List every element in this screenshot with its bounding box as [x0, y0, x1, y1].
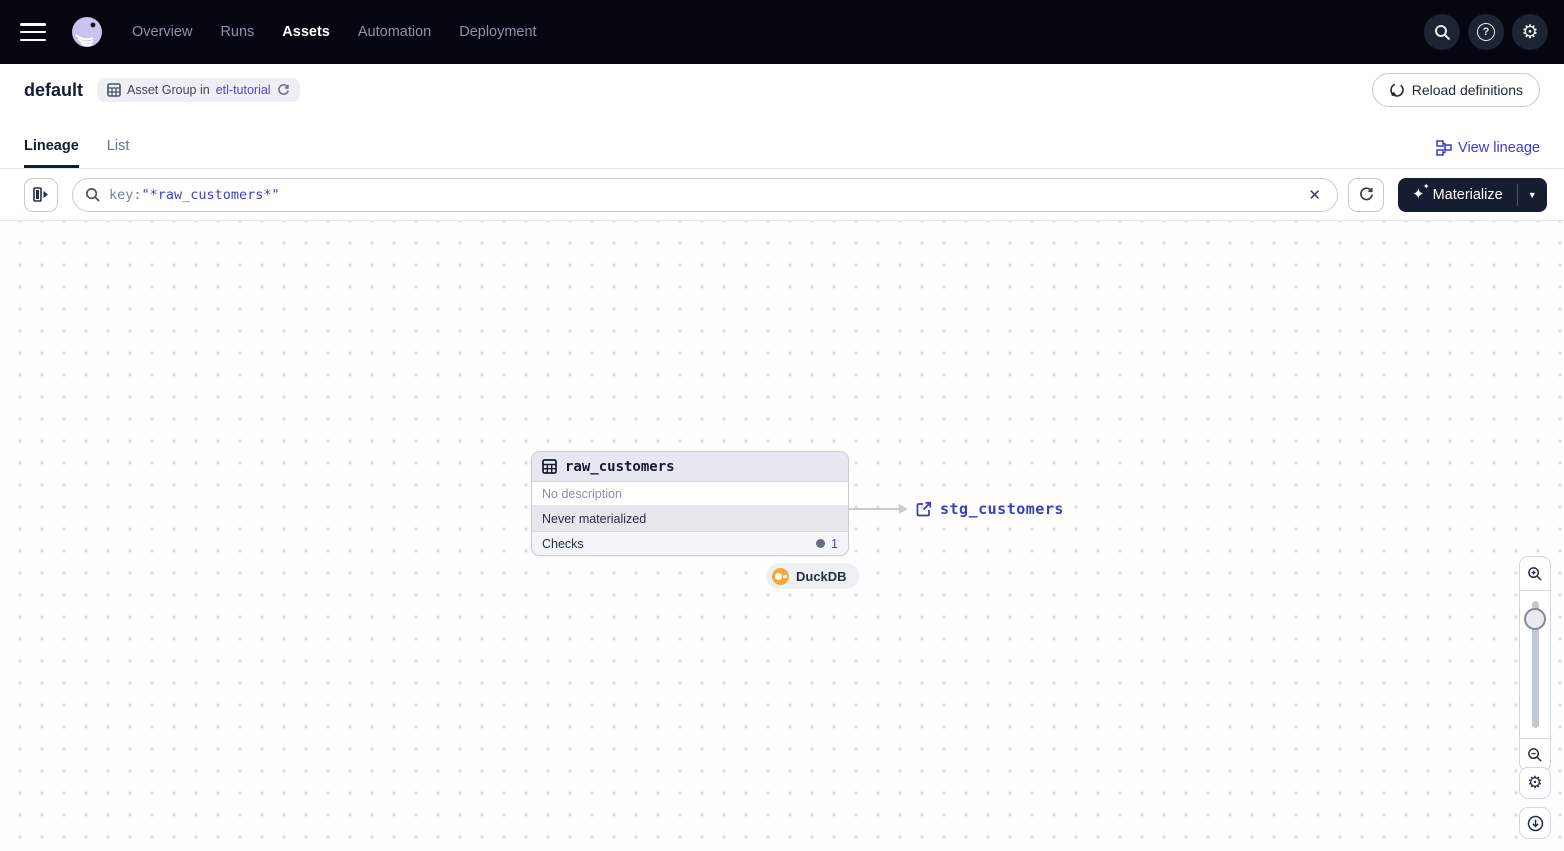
- zoom-slider[interactable]: [1519, 591, 1551, 738]
- lineage-edge-arrowhead: [899, 504, 908, 514]
- asset-name: raw_customers: [565, 458, 675, 475]
- reload-definitions-button[interactable]: Reload definitions: [1371, 73, 1540, 107]
- nav-runs[interactable]: Runs: [220, 24, 254, 40]
- lineage-toolbar: key: "*raw_customers*" ✕ ✦ Materialize ▼: [0, 169, 1564, 221]
- recenter-view-button[interactable]: [1519, 807, 1551, 839]
- checks-count: 1: [831, 536, 838, 551]
- asset-node-raw-customers[interactable]: raw_customers No description Never mater…: [531, 451, 849, 556]
- panel-expand-icon: [33, 187, 48, 202]
- asset-node-header: raw_customers: [532, 452, 848, 482]
- search-icon[interactable]: [1424, 14, 1460, 50]
- settings-gear-icon[interactable]: ⚙: [1512, 14, 1548, 50]
- sparkles-icon: ✦: [1412, 183, 1429, 202]
- tab-list[interactable]: List: [107, 138, 130, 168]
- nav-overview[interactable]: Overview: [132, 24, 192, 40]
- zoom-in-icon: [1528, 566, 1542, 581]
- clear-search-icon[interactable]: ✕: [1304, 184, 1325, 206]
- asset-description-row: No description: [532, 482, 848, 506]
- help-icon[interactable]: ?: [1468, 14, 1504, 50]
- tabs-row: Lineage List View lineage: [0, 116, 1564, 169]
- code-location-link[interactable]: etl-tutorial: [216, 83, 271, 97]
- duckdb-icon: [772, 567, 789, 585]
- top-nav-bar: Overview Runs Assets Automation Deployme…: [0, 0, 1564, 64]
- reload-icon: [1389, 83, 1404, 97]
- checks-label: Checks: [542, 536, 584, 551]
- materialize-dropdown-caret[interactable]: ▼: [1518, 178, 1547, 212]
- open-sidebar-button[interactable]: [24, 177, 58, 212]
- lineage-edge: [849, 508, 901, 510]
- page-title: default: [24, 79, 84, 100]
- nav-automation[interactable]: Automation: [358, 24, 431, 40]
- table-icon: [107, 83, 121, 97]
- duckdb-kind-badge[interactable]: DuckDB: [766, 563, 859, 589]
- search-icon: [86, 187, 100, 202]
- asset-search-input[interactable]: key: "*raw_customers*" ✕: [72, 177, 1338, 212]
- sync-icon: [1359, 187, 1373, 201]
- search-query-value: "*raw_customers*": [141, 186, 280, 203]
- external-link-icon: [916, 501, 932, 517]
- refresh-icon[interactable]: [277, 83, 290, 97]
- refresh-graph-button[interactable]: [1348, 177, 1384, 212]
- lineage-canvas[interactable]: raw_customers No description Never mater…: [0, 221, 1564, 851]
- hamburger-menu-icon[interactable]: [20, 23, 46, 41]
- asset-group-badge: Asset Group in etl-tutorial: [97, 78, 300, 102]
- zoom-out-icon: [1528, 748, 1542, 762]
- check-status-dot: [816, 539, 826, 548]
- zoom-in-button[interactable]: [1519, 556, 1551, 591]
- materialize-split-button: ✦ Materialize ▼: [1398, 177, 1547, 212]
- graph-settings-button[interactable]: ⚙: [1519, 767, 1551, 799]
- main-nav-links: Overview Runs Assets Automation Deployme…: [132, 24, 537, 40]
- gear-icon: ⚙: [1527, 773, 1543, 792]
- page-header: default Asset Group in etl-tutorial Relo…: [0, 64, 1564, 116]
- badge-prefix: Asset Group in: [127, 83, 210, 97]
- asset-status-row: Never materialized: [532, 506, 848, 532]
- asset-checks-row[interactable]: Checks 1: [532, 532, 848, 555]
- lineage-graph-icon: [1436, 140, 1452, 156]
- table-icon: [542, 459, 557, 474]
- materialize-button[interactable]: ✦ Materialize: [1398, 178, 1517, 212]
- search-key-prefix: key:: [109, 186, 142, 203]
- view-lineage-link[interactable]: View lineage: [1436, 140, 1540, 168]
- nav-right-actions: ? ⚙: [1424, 14, 1548, 50]
- downstream-asset-stg-customers[interactable]: stg_customers: [916, 500, 1064, 518]
- nav-deployment[interactable]: Deployment: [459, 24, 536, 40]
- dagster-logo-icon[interactable]: [68, 13, 106, 51]
- tab-lineage[interactable]: Lineage: [24, 138, 79, 168]
- nav-assets[interactable]: Assets: [282, 24, 330, 40]
- recenter-icon: [1527, 815, 1543, 831]
- zoom-slider-thumb[interactable]: [1524, 608, 1546, 630]
- zoom-controls: [1519, 556, 1551, 772]
- dagster-app: Overview Runs Assets Automation Deployme…: [0, 0, 1564, 851]
